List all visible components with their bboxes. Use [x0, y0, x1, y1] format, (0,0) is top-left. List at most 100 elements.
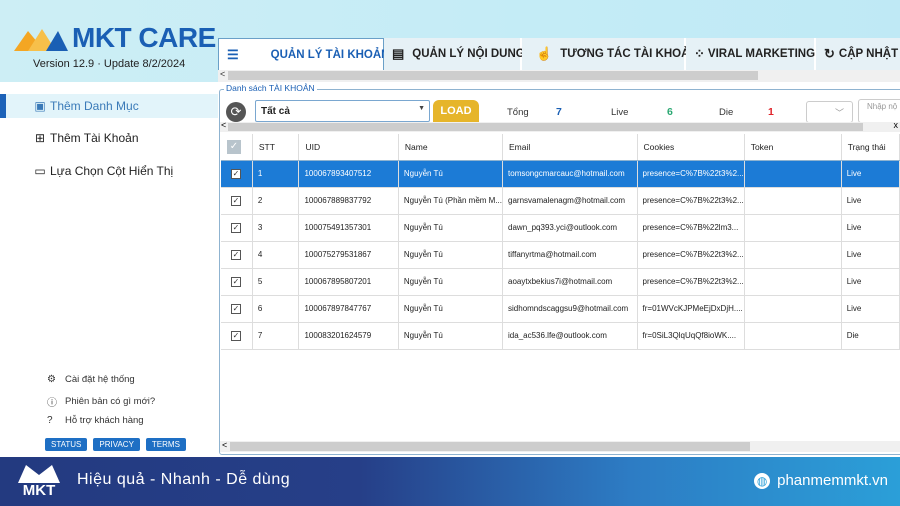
- row-checkbox-cell[interactable]: ✓: [221, 295, 253, 323]
- version-text: Version 12.9 · Update 8/2/2024: [33, 58, 186, 70]
- cell-token: [744, 160, 842, 188]
- column-header[interactable]: Email: [502, 134, 638, 161]
- hand-pointer-icon: ☝: [536, 46, 553, 61]
- live-count: 6: [667, 106, 673, 118]
- row-checkbox-cell[interactable]: ✓: [221, 187, 253, 215]
- cell-stt: 5: [252, 268, 300, 296]
- category-select[interactable]: Tất cả ▼: [255, 100, 430, 122]
- privacy-button[interactable]: PRIVACY: [93, 438, 140, 451]
- column-header[interactable]: STT: [252, 134, 300, 161]
- cell-token: [744, 322, 842, 350]
- cell-stt: 6: [252, 295, 300, 323]
- system-settings-link[interactable]: ⚙ Cài đặt hệ thống: [47, 374, 135, 385]
- die-count: 1: [768, 106, 774, 118]
- cell-cookies: presence=C%7B%22t3%2...: [637, 268, 745, 296]
- cell-name: Nguyễn Tú: [398, 295, 504, 323]
- sidebar-item-add-category[interactable]: ▣ Thêm Danh Mục: [0, 94, 218, 118]
- cell-uid: 100067897847767: [298, 295, 399, 323]
- cell-email: tiffanyrtma@hotmail.com: [502, 241, 638, 269]
- cell-uid: 100067889837792: [298, 187, 399, 215]
- cell-uid: 100083201624579: [298, 322, 399, 350]
- sidebar-item-label: Lựa Chọn Cột Hiển Thị: [50, 164, 174, 178]
- row-checkbox-cell[interactable]: ✓: [221, 241, 253, 269]
- row-checkbox-cell[interactable]: ✓: [221, 214, 253, 242]
- tab-account-interaction[interactable]: ☝ TƯƠNG TÁC TÀI KHOẢN: [522, 38, 698, 70]
- cell-email: sidhomndscaggsu9@hotmail.com: [502, 295, 638, 323]
- scroll-left-icon[interactable]: <: [220, 69, 225, 79]
- table-row[interactable]: ✓ 6 100067897847767 Nguyễn Tú sidhomndscaggs…: [221, 295, 900, 323]
- row-checkbox-cell[interactable]: ✓: [221, 268, 253, 296]
- table-row[interactable]: ✓ 5 100067895807201 Nguyễn Tú aoaytxbekius7i…: [221, 268, 900, 296]
- row-checkbox-cell[interactable]: ✓: [221, 160, 253, 188]
- scroll-left-icon[interactable]: <: [222, 440, 227, 450]
- scroll-thumb[interactable]: [228, 123, 863, 131]
- scroll-left-icon[interactable]: <: [221, 120, 226, 130]
- sidebar-item-add-account[interactable]: ⊞ Thêm Tài Khoản: [0, 126, 218, 150]
- cell-name: Nguyễn Tú: [398, 241, 504, 269]
- column-header[interactable]: Name: [398, 134, 504, 161]
- row-checkbox[interactable]: ✓: [231, 195, 241, 206]
- row-checkbox[interactable]: ✓: [231, 168, 241, 179]
- select-all-header[interactable]: ✓: [221, 134, 253, 161]
- column-header[interactable]: Cookies: [637, 134, 745, 161]
- select-all-checkbox[interactable]: ✓: [227, 139, 241, 154]
- support-link[interactable]: ? Hỗ trợ khách hàng: [47, 415, 144, 426]
- filter-combo[interactable]: ﹀: [806, 101, 853, 123]
- tabs-scrollbar[interactable]: <: [218, 69, 900, 82]
- cell-status: Die: [841, 322, 900, 350]
- table-row[interactable]: ✓ 7 100083201624579 Nguyễn Tú ida_ac536.lfe@…: [221, 322, 900, 350]
- cell-status: Live: [841, 214, 900, 242]
- cell-stt: 7: [252, 322, 300, 350]
- cell-uid: 100075279531867: [298, 241, 399, 269]
- scroll-thumb[interactable]: [228, 71, 758, 80]
- column-header[interactable]: Trạng thái: [841, 134, 900, 161]
- table-scrollbar[interactable]: <: [220, 440, 900, 452]
- tab-label: QUẢN LÝ TÀI KHOẢN: [270, 48, 390, 61]
- sidebar-item-columns[interactable]: ▭ Lựa Chọn Cột Hiển Thị: [0, 159, 218, 183]
- row-checkbox[interactable]: ✓: [231, 249, 241, 260]
- website-link[interactable]: ◍ phanmemmkt.vn: [754, 472, 888, 489]
- table-row[interactable]: ✓ 1 100067893407512 Nguyễn Tú tomsongcmarcau…: [221, 160, 900, 188]
- table-row[interactable]: ✓ 4 100075279531867 Nguyễn Tú tiffanyrtma@ho…: [221, 241, 900, 269]
- whats-new-link[interactable]: ⓘ Phiên bản có gì mới?: [47, 394, 155, 409]
- sidebar-item-label: Thêm Tài Khoản: [50, 131, 139, 145]
- tab-account-management[interactable]: ☰ QUẢN LÝ TÀI KHOẢN: [218, 38, 390, 70]
- cell-cookies: fr=0SiL3QlqUqQf8ioWK....: [637, 322, 745, 350]
- tab-update[interactable]: ↻ CẬP NHẬT: [816, 38, 900, 70]
- row-checkbox[interactable]: ✓: [231, 330, 241, 341]
- cell-name: Nguyễn Tú (Phần mềm M...: [398, 187, 504, 215]
- row-checkbox[interactable]: ✓: [231, 276, 241, 287]
- cell-token: [744, 268, 842, 296]
- cell-cookies: presence=C%7B%22t3%2...: [637, 241, 745, 269]
- tab-content-management[interactable]: ▤ QUẢN LÝ NỘI DUNG: [384, 38, 525, 70]
- terms-button[interactable]: TERMS: [145, 438, 186, 451]
- document-icon: ▤: [392, 46, 405, 61]
- table-row[interactable]: ✓ 3 100075491357301 Nguyễn Tú dawn_pq393.yci…: [221, 214, 900, 242]
- table-row[interactable]: ✓ 2 100067889837792 Nguyễn Tú (Phần mềm M..…: [221, 187, 900, 215]
- cell-cookies: presence=C%7B%22t3%2...: [637, 160, 745, 188]
- cell-status: Live: [841, 268, 900, 296]
- refresh-button[interactable]: ⟳: [226, 102, 246, 122]
- toolbar-scrollbar[interactable]: < x: [220, 120, 900, 132]
- column-header[interactable]: UID: [298, 134, 399, 161]
- cell-email: ida_ac536.lfe@outlook.com: [502, 322, 638, 350]
- cell-cookies: presence=C%7B%22t3%2...: [637, 187, 745, 215]
- gear-icon: ⚙: [47, 374, 56, 385]
- cell-name: Nguyễn Tú: [398, 160, 504, 188]
- load-button[interactable]: LOAD: [433, 100, 479, 122]
- column-header[interactable]: Token: [744, 134, 842, 161]
- select-value: Tất cả: [261, 106, 290, 117]
- cell-uid: 100067895807201: [298, 268, 399, 296]
- row-checkbox[interactable]: ✓: [231, 222, 241, 233]
- cell-token: [744, 214, 842, 242]
- accounts-table: ✓ STT UID Name Email Cookies Token Trạng…: [221, 134, 900, 350]
- row-checkbox-cell[interactable]: ✓: [221, 322, 253, 350]
- status-button[interactable]: STATUS: [45, 438, 88, 451]
- scroll-thumb[interactable]: [230, 442, 750, 451]
- tab-label: TƯƠNG TÁC TÀI KHOẢN: [560, 48, 698, 60]
- row-checkbox[interactable]: ✓: [231, 303, 241, 314]
- logo-mark-icon: [12, 23, 70, 53]
- close-icon[interactable]: x: [894, 120, 899, 130]
- monitor-icon: ▭: [34, 164, 46, 178]
- tab-viral-marketing[interactable]: ⁘ VIRAL MARKETING: [686, 38, 816, 70]
